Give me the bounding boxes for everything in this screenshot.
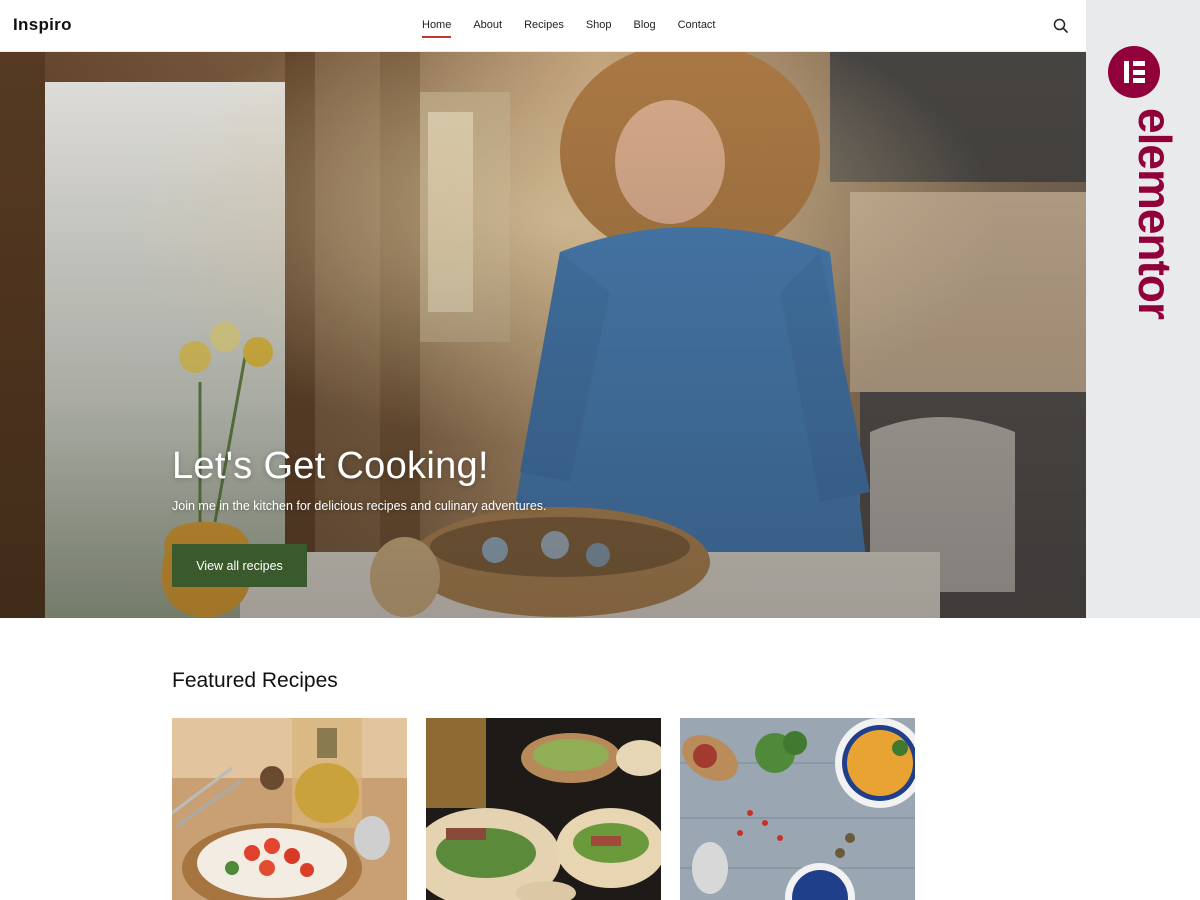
recipe-card-3[interactable] (680, 718, 915, 900)
recipe-card-image (172, 718, 407, 900)
recipe-card-image (426, 718, 661, 900)
nav-item-blog[interactable]: Blog (634, 0, 656, 52)
site-logo[interactable]: Inspiro (13, 15, 72, 35)
nav-item-contact[interactable]: Contact (678, 0, 716, 52)
hero-background-image (0, 52, 1086, 618)
search-icon (1053, 18, 1068, 33)
nav-item-home[interactable]: Home (422, 0, 452, 52)
hero-section: Let's Get Cooking! Join me in the kitche… (0, 52, 1086, 618)
hero-title: Let's Get Cooking! (172, 445, 489, 487)
recipe-card-1[interactable] (172, 718, 407, 900)
hero-subtitle: Join me in the kitchen for delicious rec… (172, 499, 547, 513)
nav-item-about[interactable]: About (473, 0, 502, 52)
featured-recipes-heading: Featured Recipes (172, 669, 338, 692)
main-nav: Home About Recipes Shop Blog Contact (422, 0, 738, 52)
elementor-wordmark: elementor (1129, 108, 1181, 319)
nav-item-recipes[interactable]: Recipes (524, 0, 564, 52)
recipe-card-2[interactable] (426, 718, 661, 900)
elementor-side-panel: elementor (1086, 0, 1200, 618)
elementor-logo-icon (1108, 46, 1160, 98)
search-button[interactable] (1052, 17, 1070, 35)
site-header: Inspiro Home About Recipes Shop Blog Con… (0, 0, 1086, 52)
nav-item-shop[interactable]: Shop (586, 0, 612, 52)
recipe-card-image (680, 718, 915, 900)
view-all-recipes-button[interactable]: View all recipes (172, 544, 307, 587)
